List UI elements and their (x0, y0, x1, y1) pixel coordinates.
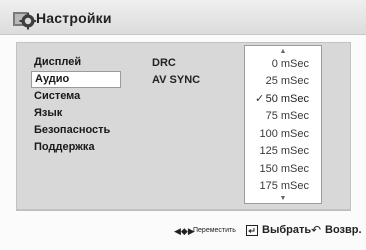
hint-select: Выбрать (262, 224, 312, 236)
dropdown-option[interactable]: 25 mSec (245, 74, 321, 89)
av-sync-dropdown[interactable]: ▲ 0 mSec 25 mSec ✓ 50 mSec 75 mSec 100 m… (244, 45, 322, 204)
dropdown-option[interactable]: 0 mSec (245, 57, 321, 72)
dropdown-option-selected[interactable]: ✓ 50 mSec (245, 92, 321, 107)
nav-item-audio[interactable]: Аудио (31, 71, 121, 88)
left-right-arrows-icon: ◀◆▶ (174, 226, 195, 236)
dropdown-option[interactable]: 175 mSec (245, 179, 321, 194)
nav-item-language[interactable]: Язык (34, 106, 124, 121)
option-drc[interactable]: DRC (152, 57, 176, 69)
nav-item-display[interactable]: Дисплей (34, 55, 124, 70)
dropdown-option[interactable]: 100 mSec (245, 127, 321, 142)
page-title: Настройки (36, 10, 112, 26)
enter-icon (246, 225, 258, 236)
scroll-down-arrow-icon[interactable]: ▼ (278, 195, 288, 202)
nav-item-support[interactable]: Поддержка (34, 140, 124, 155)
footer-hints: ◀◆▶ Переместить Выбрать ↶ Возвр. (0, 210, 366, 250)
return-icon: ↶ (311, 223, 322, 237)
settings-screen: Настройки Дисплей Аудио Система Язык Без… (0, 0, 366, 250)
dropdown-option[interactable]: 125 mSec (245, 144, 321, 159)
nav-item-security[interactable]: Безопасность (34, 123, 124, 138)
settings-gear-icon (13, 12, 36, 30)
nav-item-system[interactable]: Система (34, 89, 124, 104)
dropdown-option[interactable]: 75 mSec (245, 109, 321, 124)
scroll-up-arrow-icon[interactable]: ▲ (278, 48, 288, 55)
option-av-sync[interactable]: AV SYNC (152, 74, 200, 86)
header-bar: Настройки (0, 0, 366, 35)
dropdown-option[interactable]: 150 mSec (245, 162, 321, 177)
checkmark-icon: ✓ (255, 93, 265, 105)
hint-move: Переместить (193, 227, 236, 234)
hint-back: Возвр. (325, 224, 362, 236)
